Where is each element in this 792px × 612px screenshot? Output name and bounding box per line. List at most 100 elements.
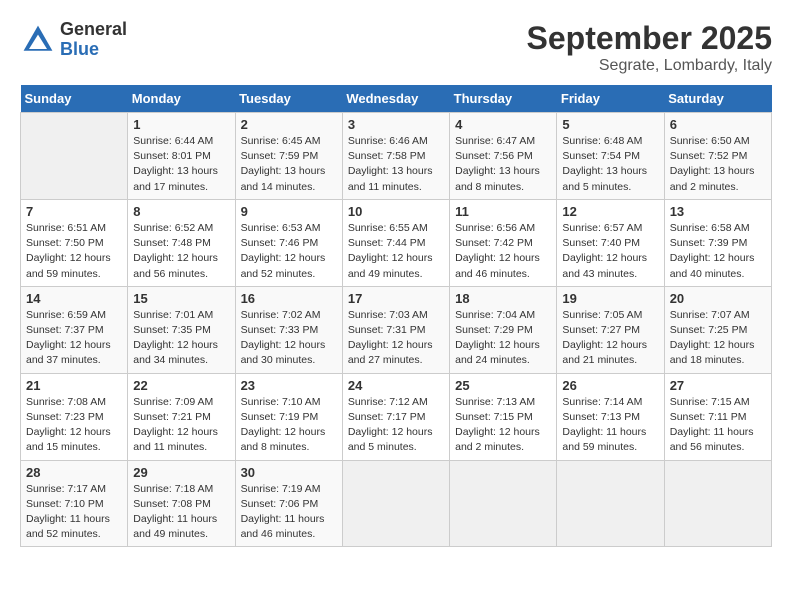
day-number: 2 [241,117,337,132]
logo: General Blue [20,20,127,60]
day-info: Sunrise: 7:01 AM Sunset: 7:35 PM Dayligh… [133,308,229,369]
calendar-week-3: 14 Sunrise: 6:59 AM Sunset: 7:37 PM Dayli… [21,286,772,373]
logo-general-text: General [60,20,127,40]
day-number: 28 [26,465,122,480]
day-info: Sunrise: 7:05 AM Sunset: 7:27 PM Dayligh… [562,308,658,369]
calendar-cell: 12 Sunrise: 6:57 AM Sunset: 7:40 PM Dayli… [557,199,664,286]
day-number: 11 [455,204,551,219]
day-number: 18 [455,291,551,306]
calendar-cell: 22Sunrise: 7:09 AM Sunset: 7:21 PM Dayli… [128,373,235,460]
calendar-week-4: 21 Sunrise: 7:08 AM Sunset: 7:23 PM Dayli… [21,373,772,460]
calendar-cell [21,113,128,200]
calendar-cell: 6Sunrise: 6:50 AM Sunset: 7:52 PM Daylig… [664,113,771,200]
calendar-cell: 17 Sunrise: 7:03 AM Sunset: 7:31 PM Dayli… [342,286,449,373]
calendar-cell: 18 Sunrise: 7:04 AM Sunset: 7:29 PM Dayli… [450,286,557,373]
day-info: Sunrise: 6:44 AM Sunset: 8:01 PM Dayligh… [133,134,229,195]
day-of-week-wednesday: Wednesday [342,85,449,113]
day-info: Sunrise: 6:47 AM Sunset: 7:56 PM Dayligh… [455,134,551,195]
day-number: 9 [241,204,337,219]
day-info: Sunrise: 6:57 AM Sunset: 7:40 PM Dayligh… [562,221,658,282]
day-info: Sunrise: 7:04 AM Sunset: 7:29 PM Dayligh… [455,308,551,369]
calendar-cell: 23Sunrise: 7:10 AM Sunset: 7:19 PM Dayli… [235,373,342,460]
day-number: 5 [562,117,658,132]
logo-text: General Blue [60,20,127,60]
day-info: Sunrise: 6:55 AM Sunset: 7:44 PM Dayligh… [348,221,444,282]
calendar-cell: 28 Sunrise: 7:17 AM Sunset: 7:10 PM Dayli… [21,460,128,547]
day-info: Sunrise: 6:48 AM Sunset: 7:54 PM Dayligh… [562,134,658,195]
day-number: 7 [26,204,122,219]
day-info: Sunrise: 7:12 AM Sunset: 7:17 PM Dayligh… [348,395,444,456]
calendar-week-1: 1 Sunrise: 6:44 AM Sunset: 8:01 PM Daylig… [21,113,772,200]
calendar-cell [664,460,771,547]
day-info: Sunrise: 7:10 AM Sunset: 7:19 PM Dayligh… [241,395,337,456]
calendar-cell: 26 Sunrise: 7:14 AM Sunset: 7:13 PM Dayli… [557,373,664,460]
calendar-cell: 27Sunrise: 7:15 AM Sunset: 7:11 PM Dayli… [664,373,771,460]
calendar-body: 1 Sunrise: 6:44 AM Sunset: 8:01 PM Daylig… [21,113,772,547]
day-info: Sunrise: 7:03 AM Sunset: 7:31 PM Dayligh… [348,308,444,369]
day-number: 17 [348,291,444,306]
calendar-cell [450,460,557,547]
day-number: 14 [26,291,122,306]
calendar-cell [342,460,449,547]
day-number: 22 [133,378,229,393]
calendar-cell: 2 Sunrise: 6:45 AM Sunset: 7:59 PM Daylig… [235,113,342,200]
calendar-title: September 2025 [527,20,772,57]
calendar-cell: 19 Sunrise: 7:05 AM Sunset: 7:27 PM Dayli… [557,286,664,373]
day-info: Sunrise: 6:45 AM Sunset: 7:59 PM Dayligh… [241,134,337,195]
day-of-week-friday: Friday [557,85,664,113]
calendar-cell: 7 Sunrise: 6:51 AM Sunset: 7:50 PM Daylig… [21,199,128,286]
calendar-week-2: 7 Sunrise: 6:51 AM Sunset: 7:50 PM Daylig… [21,199,772,286]
day-of-week-thursday: Thursday [450,85,557,113]
calendar-cell: 14 Sunrise: 6:59 AM Sunset: 7:37 PM Dayli… [21,286,128,373]
calendar-subtitle: Segrate, Lombardy, Italy [527,57,772,75]
day-number: 30 [241,465,337,480]
day-info: Sunrise: 7:13 AM Sunset: 7:15 PM Dayligh… [455,395,551,456]
day-number: 29 [133,465,229,480]
day-number: 4 [455,117,551,132]
calendar-cell: 1 Sunrise: 6:44 AM Sunset: 8:01 PM Daylig… [128,113,235,200]
day-of-week-saturday: Saturday [664,85,771,113]
logo-blue-text: Blue [60,40,127,60]
calendar-cell: 4 Sunrise: 6:47 AM Sunset: 7:56 PM Daylig… [450,113,557,200]
calendar-cell: 25Sunrise: 7:13 AM Sunset: 7:15 PM Dayli… [450,373,557,460]
day-info: Sunrise: 6:56 AM Sunset: 7:42 PM Dayligh… [455,221,551,282]
day-header-row: SundayMondayTuesdayWednesdayThursdayFrid… [21,85,772,113]
day-number: 1 [133,117,229,132]
calendar-cell: 8Sunrise: 6:52 AM Sunset: 7:48 PM Daylig… [128,199,235,286]
calendar-cell: 15Sunrise: 7:01 AM Sunset: 7:35 PM Dayli… [128,286,235,373]
calendar-cell: 30Sunrise: 7:19 AM Sunset: 7:06 PM Dayli… [235,460,342,547]
day-number: 13 [670,204,766,219]
day-number: 27 [670,378,766,393]
calendar-cell: 29Sunrise: 7:18 AM Sunset: 7:08 PM Dayli… [128,460,235,547]
day-of-week-tuesday: Tuesday [235,85,342,113]
calendar-cell: 11 Sunrise: 6:56 AM Sunset: 7:42 PM Dayli… [450,199,557,286]
calendar-cell: 20Sunrise: 7:07 AM Sunset: 7:25 PM Dayli… [664,286,771,373]
day-info: Sunrise: 6:53 AM Sunset: 7:46 PM Dayligh… [241,221,337,282]
day-number: 10 [348,204,444,219]
day-info: Sunrise: 6:59 AM Sunset: 7:37 PM Dayligh… [26,308,122,369]
calendar-cell: 24Sunrise: 7:12 AM Sunset: 7:17 PM Dayli… [342,373,449,460]
day-of-week-monday: Monday [128,85,235,113]
day-of-week-sunday: Sunday [21,85,128,113]
day-number: 26 [562,378,658,393]
calendar-cell [557,460,664,547]
calendar-week-5: 28 Sunrise: 7:17 AM Sunset: 7:10 PM Dayli… [21,460,772,547]
day-number: 19 [562,291,658,306]
day-info: Sunrise: 7:14 AM Sunset: 7:13 PM Dayligh… [562,395,658,456]
calendar-cell: 9 Sunrise: 6:53 AM Sunset: 7:46 PM Daylig… [235,199,342,286]
day-info: Sunrise: 7:17 AM Sunset: 7:10 PM Dayligh… [26,482,122,543]
day-number: 3 [348,117,444,132]
day-number: 16 [241,291,337,306]
day-info: Sunrise: 6:51 AM Sunset: 7:50 PM Dayligh… [26,221,122,282]
day-info: Sunrise: 6:52 AM Sunset: 7:48 PM Dayligh… [133,221,229,282]
day-number: 21 [26,378,122,393]
day-info: Sunrise: 6:46 AM Sunset: 7:58 PM Dayligh… [348,134,444,195]
title-block: September 2025 Segrate, Lombardy, Italy [527,20,772,75]
day-info: Sunrise: 6:50 AM Sunset: 7:52 PM Dayligh… [670,134,766,195]
calendar-cell: 16Sunrise: 7:02 AM Sunset: 7:33 PM Dayli… [235,286,342,373]
page-header: General Blue September 2025 Segrate, Lom… [20,20,772,75]
day-info: Sunrise: 7:08 AM Sunset: 7:23 PM Dayligh… [26,395,122,456]
calendar-cell: 21 Sunrise: 7:08 AM Sunset: 7:23 PM Dayli… [21,373,128,460]
day-number: 12 [562,204,658,219]
day-number: 20 [670,291,766,306]
